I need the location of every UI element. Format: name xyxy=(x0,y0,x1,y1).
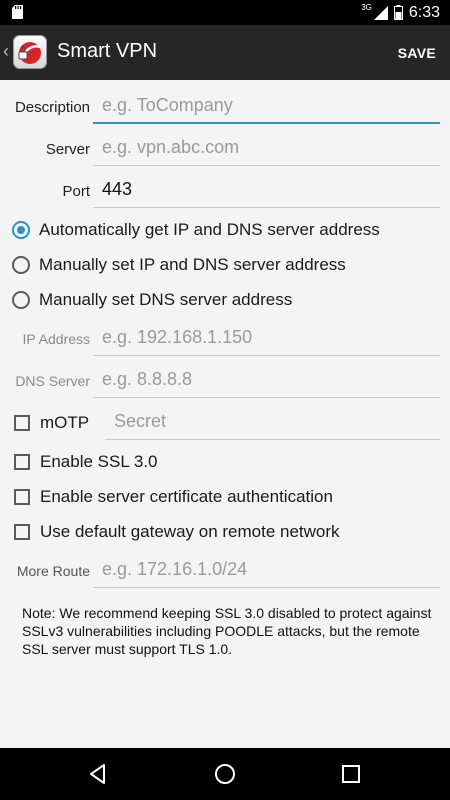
nav-back-icon[interactable] xyxy=(86,762,110,786)
app-title: Smart VPN xyxy=(57,40,158,62)
nav-recents-icon[interactable] xyxy=(339,762,363,786)
motp-secret-field[interactable]: Secret xyxy=(105,406,440,440)
motp-checkbox[interactable] xyxy=(14,415,30,431)
ssl3-checkbox-row[interactable]: Enable SSL 3.0 xyxy=(14,448,158,476)
screen: 3G 6:33 ‹ Smart VPN SAVE Description e.g… xyxy=(0,0,450,800)
logo-graphic xyxy=(18,42,41,64)
motp-checkbox-row[interactable]: mOTP xyxy=(14,409,89,437)
radio-label: Manually set DNS server address xyxy=(39,290,293,309)
port-field[interactable]: 443 xyxy=(93,174,440,208)
port-label: Port xyxy=(62,183,90,200)
save-button[interactable]: SAVE xyxy=(398,45,436,61)
checkbox[interactable] xyxy=(14,454,30,470)
default-gateway-checkbox-row[interactable]: Use default gateway on remote network xyxy=(14,518,340,546)
radio-button[interactable] xyxy=(12,291,30,309)
chevron-left-icon[interactable]: ‹ xyxy=(3,41,9,62)
radio-button[interactable] xyxy=(12,256,30,274)
nav-home-icon[interactable] xyxy=(213,762,237,786)
status-right: 3G 6:33 xyxy=(361,0,440,25)
clock: 6:33 xyxy=(408,3,440,21)
radio-button-selected[interactable] xyxy=(12,221,30,239)
description-label: Description xyxy=(14,99,90,116)
sd-card-icon xyxy=(12,5,23,19)
description-field[interactable]: e.g. ToCompany xyxy=(93,90,440,124)
checkbox-label: Enable server certificate authentication xyxy=(40,487,333,506)
checkbox[interactable] xyxy=(14,489,30,505)
ip-address-label: IP Address xyxy=(22,331,90,347)
ip-address-field[interactable]: e.g. 192.168.1.150 xyxy=(93,322,440,356)
radio-auto-ip-dns[interactable]: Automatically get IP and DNS server addr… xyxy=(12,216,380,244)
cert-auth-checkbox-row[interactable]: Enable server certificate authentication xyxy=(14,483,333,511)
ssl-note: Note: We recommend keeping SSL 3.0 disab… xyxy=(22,605,432,657)
action-bar: ‹ Smart VPN SAVE xyxy=(0,25,450,80)
battery-icon xyxy=(393,5,403,20)
signal-icon xyxy=(373,5,388,20)
radio-label: Manually set IP and DNS server address xyxy=(39,255,346,274)
smart-vpn-logo-icon[interactable] xyxy=(13,35,47,69)
more-route-label: More Route xyxy=(16,563,90,579)
checkbox-label: Use default gateway on remote network xyxy=(40,522,340,541)
radio-manual-dns[interactable]: Manually set DNS server address xyxy=(12,286,292,314)
status-bar: 3G 6:33 xyxy=(0,0,450,25)
dns-server-label: DNS Server xyxy=(15,373,90,389)
server-label: Server xyxy=(45,141,90,158)
network-type: 3G xyxy=(361,3,372,12)
navigation-bar xyxy=(0,748,450,800)
radio-label: Automatically get IP and DNS server addr… xyxy=(39,220,380,239)
dns-server-field[interactable]: e.g. 8.8.8.8 xyxy=(93,364,440,398)
more-route-field[interactable]: e.g. 172.16.1.0/24 xyxy=(93,554,440,588)
radio-manual-ip-dns[interactable]: Manually set IP and DNS server address xyxy=(12,251,346,279)
motp-label: mOTP xyxy=(40,413,90,432)
checkbox[interactable] xyxy=(14,524,30,540)
checkbox-label: Enable SSL 3.0 xyxy=(40,452,158,471)
server-field[interactable]: e.g. vpn.abc.com xyxy=(93,132,440,166)
